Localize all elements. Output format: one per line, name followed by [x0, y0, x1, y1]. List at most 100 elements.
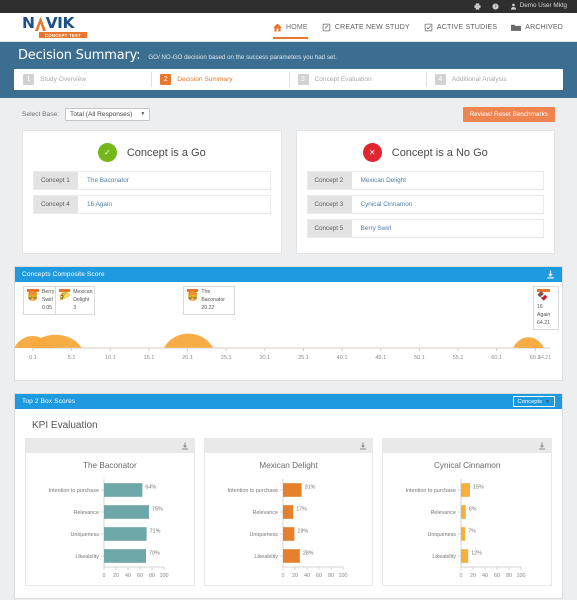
kpi-card-header	[26, 439, 194, 453]
nav-item-home[interactable]: HOME	[273, 13, 308, 42]
composite-card-header: Concepts Composite Score	[15, 267, 562, 282]
svg-text:71%: 71%	[149, 529, 160, 535]
logo-text-n: N	[22, 13, 35, 32]
svg-text:Relevance: Relevance	[431, 510, 456, 516]
concept-thumbnail: 🍫	[537, 289, 550, 301]
nogo-cross-icon: ✕	[362, 143, 382, 162]
nav-item-create-new-study[interactable]: CREATE NEW STUDY	[322, 13, 410, 42]
svg-text:17%: 17%	[296, 507, 307, 513]
logo-letter-a-icon	[34, 16, 46, 31]
kpi-card-the-baconator: The Baconator Intention to purchase 64% Re…	[25, 438, 195, 586]
svg-text:20.1: 20.1	[182, 355, 193, 361]
svg-text:Relevance: Relevance	[252, 510, 277, 516]
download-icon[interactable]	[538, 442, 546, 450]
svg-text:0: 0	[102, 573, 105, 579]
svg-text:40.1: 40.1	[337, 355, 348, 361]
svg-text:60: 60	[316, 573, 322, 579]
review-reset-benchmarks-button[interactable]: Review/ Reset Benchmarks	[462, 106, 555, 122]
svg-text:0: 0	[460, 573, 463, 579]
svg-text:19%: 19%	[297, 529, 308, 535]
logo-wordmark: N VIK	[22, 13, 87, 32]
concept-name: Mexican Delight	[360, 177, 406, 184]
concept-thumbnail: 🍔	[187, 289, 199, 301]
composite-marker-tooltip[interactable]: 🍫 16 Again 64.21	[533, 286, 559, 331]
nav-item-archived[interactable]: ARCHIVED	[511, 13, 563, 42]
svg-text:100: 100	[517, 573, 526, 579]
composite-marker-tooltip[interactable]: 🌮 Mexican Delight 3	[55, 286, 95, 316]
nav-label-create-new-study: CREATE NEW STUDY	[334, 24, 410, 31]
user-menu[interactable]: Demo User Mktg	[510, 3, 567, 10]
step-decision-summary[interactable]: 2 Decision Summary	[151, 69, 288, 90]
kpi-chart-title: The Baconator	[82, 461, 137, 470]
svg-text:Uniqueness: Uniqueness	[249, 532, 278, 538]
concept-name: Berry Swirl	[360, 225, 392, 232]
main-navbar: N VIK CONCEPT TEST HOME CREATE NEW STUDY…	[0, 13, 577, 42]
step-number: 3	[297, 74, 309, 85]
composite-chart-body: 0.1 5.1 10.1 15.1 20.1 25.1 30.1 35.1 40.1 45.1 50…	[15, 282, 562, 380]
kpi-bar-chart: Intention to purchase 31% Relevance 17% Uniq…	[227, 479, 347, 579]
select-base-value: Total (All Responses)	[70, 110, 133, 118]
svg-text:Likeability: Likeability	[75, 554, 99, 560]
tooltip-text: Mexican Delight 3	[73, 289, 92, 312]
checklist-icon	[424, 23, 433, 32]
select-base-group: Select Base: Total (All Responses) ▼	[22, 107, 151, 121]
download-icon[interactable]	[546, 270, 555, 279]
nav-item-active-studies[interactable]: ACTIVE STUDIES	[424, 13, 497, 42]
step-number: 2	[160, 74, 172, 85]
controls-row: Select Base: Total (All Responses) ▼ Rev…	[0, 98, 577, 130]
go-check-icon: ✓	[97, 143, 117, 162]
kpi-evaluation-heading: KPI Evaluation	[32, 420, 98, 431]
table-row[interactable]: Concept 2 Mexican Delight	[306, 171, 544, 190]
download-icon[interactable]	[359, 442, 367, 450]
kpi-charts-grid: The Baconator Intention to purchase 64% Re…	[15, 438, 562, 598]
svg-text:35.1: 35.1	[298, 355, 309, 361]
concept-thumbnail: 🍔	[27, 289, 39, 301]
table-row[interactable]: Concept 4 16 Again	[33, 195, 271, 214]
kpi-card-header	[204, 439, 373, 453]
composite-marker-tooltip[interactable]: 🍔 The Baconator 20.22	[183, 286, 235, 316]
tooltip-text: 16 Again 64.21	[537, 304, 555, 327]
svg-text:80: 80	[328, 573, 334, 579]
top-utility-bar: ? Demo User Mktg	[0, 0, 577, 13]
svg-text:45.1: 45.1	[375, 355, 386, 361]
concepts-dropdown-button[interactable]: Concepts ▼	[512, 396, 555, 407]
concept-key: Concept 5	[307, 220, 352, 237]
svg-text:Intention to purchase: Intention to purchase	[48, 488, 98, 494]
svg-text:60.1: 60.1	[491, 355, 502, 361]
tooltip-concept-name: The Baconator	[201, 289, 225, 303]
table-row[interactable]: Concept 1 The Baconator	[33, 171, 271, 190]
table-row[interactable]: Concept 5 Berry Swirl	[306, 219, 544, 238]
step-number: 1	[23, 74, 34, 85]
step-study-overview[interactable]: 1 Study Overview	[14, 69, 151, 90]
svg-text:80: 80	[506, 573, 512, 579]
concept-nogo-panel: ✕ Concept is a No Go Concept 2 Mexican D…	[295, 130, 555, 254]
step-concept-evaluation[interactable]: 3 Concept Evaluation	[288, 69, 426, 90]
step-label: Additional Analysis	[451, 76, 507, 83]
composite-card-title: Concepts Composite Score	[22, 271, 105, 278]
navik-logo[interactable]: N VIK CONCEPT TEST	[0, 13, 87, 39]
logo-text-vik: VIK	[45, 13, 75, 32]
home-icon	[273, 23, 282, 32]
tooltip-text: The Baconator 20.22	[201, 289, 231, 312]
pencil-note-icon	[322, 23, 331, 32]
svg-text:0.1: 0.1	[29, 355, 37, 361]
tooltip-concept-value: 20.22	[201, 304, 215, 311]
top-2-box-scores-card: Top 2 Box Scores Concepts ▼ KPI Evaluati…	[14, 393, 563, 599]
decision-panels: ✓ Concept is a Go Concept 1 The Baconato…	[0, 130, 577, 254]
step-label: Decision Summary	[177, 76, 233, 83]
table-row[interactable]: Concept 3 Cynical Cinnamon	[306, 195, 544, 214]
logo-tagline: CONCEPT TEST	[39, 32, 87, 39]
step-additional-analysis[interactable]: 4 Additional Analysis	[425, 69, 563, 90]
nogo-panel-header: ✕ Concept is a No Go	[307, 140, 545, 162]
help-icon[interactable]: ?	[492, 3, 499, 10]
download-icon[interactable]	[181, 442, 189, 450]
concept-key: Concept 4	[34, 196, 78, 213]
kpi-card-cynical-cinnamon: Cynical Cinnamon Intention to purchase 15…	[382, 438, 553, 586]
select-base-dropdown[interactable]: Total (All Responses) ▼	[65, 107, 151, 121]
select-base-label: Select Base:	[22, 110, 60, 118]
printer-icon[interactable]	[474, 3, 481, 10]
chevron-down-icon: ▼	[140, 111, 146, 117]
svg-text:10.1: 10.1	[105, 355, 116, 361]
kpi-chart-title: Mexican Delight	[259, 461, 318, 470]
step-number: 4	[434, 74, 446, 85]
